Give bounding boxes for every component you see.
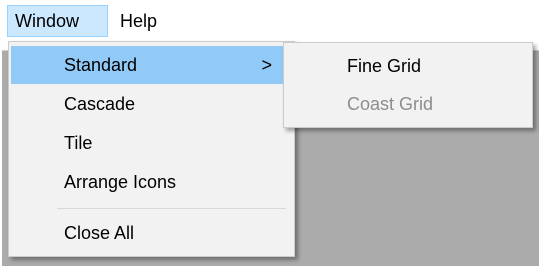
submenu-arrow-icon: > (261, 55, 272, 75)
window-menu-dropdown: Standard > Cascade Tile Arrange Icons Cl… (8, 41, 295, 257)
submenu-item-coast-grid-label: Coast Grid (347, 94, 434, 114)
menu-bar: Window Help (0, 0, 539, 42)
menu-item-arrange-icons-label: Arrange Icons (64, 172, 177, 192)
standard-submenu: Fine Grid Coast Grid (283, 42, 533, 128)
menu-item-cascade[interactable]: Cascade (11, 85, 292, 123)
menu-item-standard-label: Standard (64, 55, 138, 75)
menu-item-tile[interactable]: Tile (11, 124, 292, 162)
menu-separator (57, 208, 286, 209)
submenu-item-fine-grid[interactable]: Fine Grid (286, 47, 530, 85)
menu-help[interactable]: Help (113, 5, 164, 37)
menu-window[interactable]: Window (7, 5, 108, 37)
menu-item-close-all[interactable]: Close All (11, 214, 292, 252)
menu-item-cascade-label: Cascade (64, 94, 136, 114)
menu-item-close-all-label: Close All (64, 223, 135, 243)
menu-item-tile-label: Tile (64, 133, 93, 153)
menu-item-arrange-icons[interactable]: Arrange Icons (11, 163, 292, 201)
menu-help-label: Help (120, 11, 158, 31)
submenu-item-coast-grid: Coast Grid (286, 85, 530, 123)
submenu-item-fine-grid-label: Fine Grid (347, 56, 422, 76)
menu-window-label: Window (15, 11, 80, 31)
menu-item-standard[interactable]: Standard > (11, 46, 292, 84)
